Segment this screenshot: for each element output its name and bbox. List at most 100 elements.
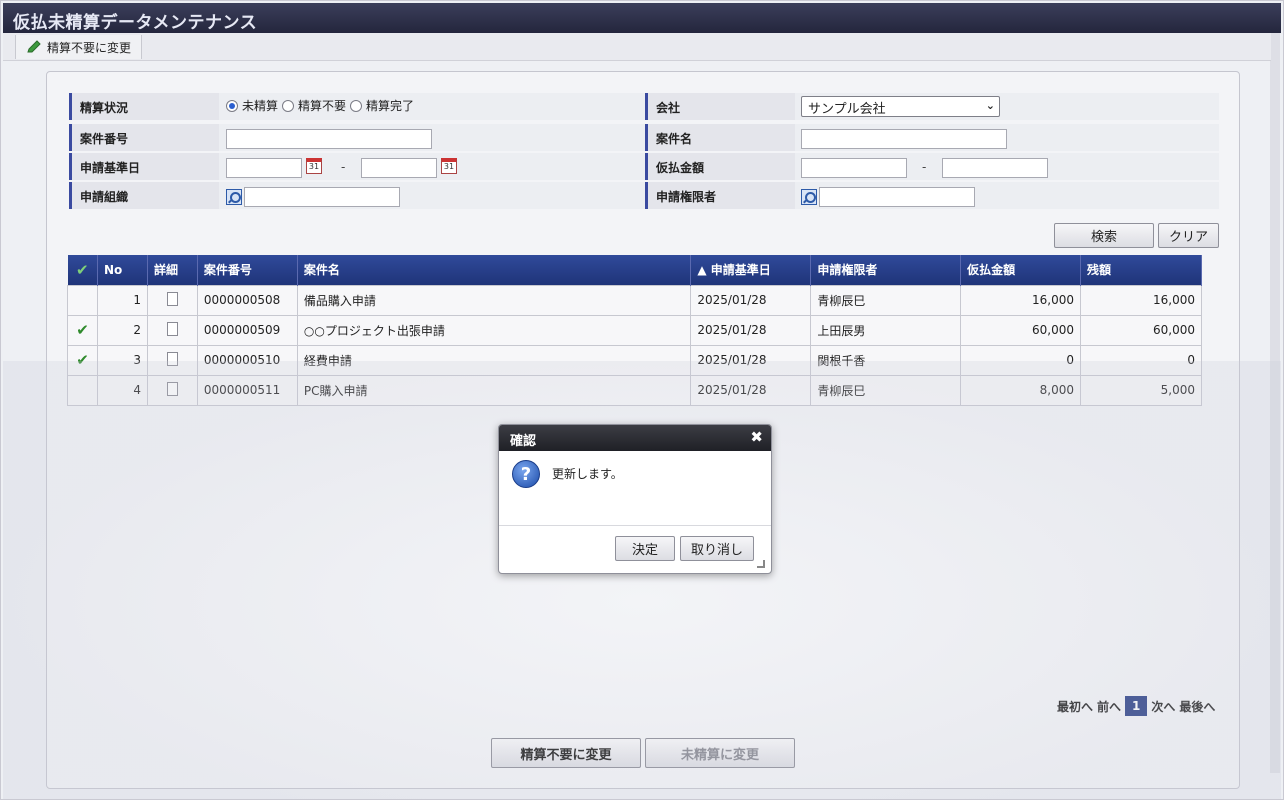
question-icon: ? <box>512 460 540 488</box>
resize-grip[interactable] <box>757 560 765 568</box>
toolbar-change-unneeded-button[interactable]: 精算不要に変更 <box>15 35 143 59</box>
org-input[interactable] <box>244 187 400 207</box>
status-radio-unneeded[interactable] <box>282 99 295 112</box>
clear-button[interactable]: クリア <box>1158 223 1219 248</box>
amount-range-separator: - <box>922 160 927 174</box>
row-case-no: 0000000508 <box>196 284 298 316</box>
apply-date-to-input[interactable] <box>361 158 437 178</box>
dialog-titlebar[interactable]: 確認 ✖ <box>499 425 771 451</box>
table-row[interactable]: ✔ 2 0000000509 ○○プロジェクト出張申請 2025/01/28 上… <box>67 314 1202 346</box>
row-select-cell[interactable] <box>67 284 98 316</box>
row-authority: 青柳辰巳 <box>810 284 962 316</box>
case-name-field <box>795 124 1219 151</box>
company-label: 会社 <box>645 93 795 120</box>
form-row-date: 申請基準日 31 - 31 仮払金額 - <box>69 153 1219 180</box>
apply-date-label: 申請基準日 <box>69 153 219 180</box>
row-authority: 青柳辰巳 <box>810 374 962 406</box>
authority-input[interactable] <box>819 187 975 207</box>
search-icon[interactable] <box>226 189 242 205</box>
row-case-name: 備品購入申請 <box>296 284 692 316</box>
page-title: 仮払未精算データメンテナンス <box>3 3 1281 33</box>
status-option-completed: 精算完了 <box>366 99 415 113</box>
row-no: 3 <box>96 344 148 376</box>
status-label: 精算状況 <box>69 93 219 120</box>
dialog-divider <box>499 525 771 526</box>
form-row-case: 案件番号 案件名 <box>69 124 1219 151</box>
row-detail-cell[interactable] <box>146 314 198 346</box>
pager-current-page[interactable]: 1 <box>1125 696 1148 716</box>
row-amount: 60,000 <box>960 314 1082 346</box>
status-option-unsettled: 未精算 <box>242 99 279 113</box>
close-icon[interactable]: ✖ <box>750 428 763 446</box>
case-no-field <box>219 124 645 151</box>
pager-prev[interactable]: 前へ <box>1097 698 1121 715</box>
col-case-no[interactable]: 案件番号 <box>197 255 298 285</box>
search-icon[interactable] <box>801 189 817 205</box>
amount-label: 仮払金額 <box>645 153 795 180</box>
pager-last[interactable]: 最後へ <box>1179 698 1215 715</box>
company-select[interactable]: サンプル会社 ⌄ <box>801 96 1000 117</box>
row-select-cell[interactable]: ✔ <box>67 344 98 376</box>
row-authority: 上田辰男 <box>810 314 962 346</box>
row-date: 2025/01/28 <box>690 284 812 316</box>
change-unsettled-button[interactable]: 未精算に変更 <box>645 738 795 768</box>
document-icon[interactable] <box>166 381 178 396</box>
table-row[interactable]: ✔ 3 0000000510 経費申請 2025/01/28 関根千香 0 0 <box>67 344 1202 376</box>
pager-next[interactable]: 次へ <box>1151 698 1175 715</box>
col-no[interactable]: No <box>97 255 148 285</box>
row-balance: 16,000 <box>1080 284 1202 316</box>
table-row[interactable]: 1 0000000508 備品購入申請 2025/01/28 青柳辰巳 16,0… <box>67 284 1202 316</box>
row-select-cell[interactable]: ✔ <box>67 314 98 346</box>
col-apply-date[interactable]: ▲ 申請基準日 <box>690 255 812 285</box>
org-field <box>219 182 645 209</box>
window-scrollbar[interactable] <box>1270 33 1280 773</box>
change-unneeded-button[interactable]: 精算不要に変更 <box>491 738 641 768</box>
amount-from-input[interactable] <box>801 158 907 178</box>
pager: 最初へ 前へ 1 次へ 最後へ <box>1057 696 1215 716</box>
row-no: 1 <box>96 284 148 316</box>
status-radio-unsettled[interactable] <box>226 99 238 112</box>
case-no-input[interactable] <box>226 129 432 149</box>
row-balance: 5,000 <box>1080 374 1202 406</box>
toolbar: 精算不要に変更 <box>3 33 1271 61</box>
chevron-down-icon: ⌄ <box>985 99 995 112</box>
case-name-input[interactable] <box>801 129 1007 149</box>
results-table: ✔ No 詳細 案件番号 案件名 ▲ 申請基準日 申請権限者 仮払金額 残額 1… <box>67 255 1202 406</box>
date-range-separator: - <box>341 160 346 174</box>
dialog-title: 確認 <box>510 434 537 449</box>
status-radio-completed[interactable] <box>350 99 363 112</box>
company-field: サンプル会社 ⌄ <box>795 93 1219 120</box>
col-detail[interactable]: 詳細 <box>147 255 198 285</box>
dialog-cancel-button[interactable]: 取り消し <box>680 536 754 561</box>
search-button[interactable]: 検索 <box>1054 223 1154 248</box>
calendar-icon[interactable]: 31 <box>441 158 457 174</box>
apply-date-from-input[interactable] <box>226 158 302 178</box>
col-authority[interactable]: 申請権限者 <box>810 255 962 285</box>
row-case-name: PC購入申請 <box>296 374 692 406</box>
col-case-name[interactable]: 案件名 <box>297 255 692 285</box>
col-amount[interactable]: 仮払金額 <box>960 255 1082 285</box>
table-row[interactable]: 4 0000000511 PC購入申請 2025/01/28 青柳辰巳 8,00… <box>67 374 1202 406</box>
row-case-no: 0000000510 <box>196 344 298 376</box>
row-no: 4 <box>96 374 148 406</box>
row-detail-cell[interactable] <box>146 344 198 376</box>
calendar-icon[interactable]: 31 <box>306 158 322 174</box>
row-amount: 16,000 <box>960 284 1082 316</box>
case-name-label: 案件名 <box>645 124 795 151</box>
select-all-header[interactable]: ✔ <box>67 255 98 285</box>
authority-field <box>795 182 1219 209</box>
amount-to-input[interactable] <box>942 158 1048 178</box>
row-detail-cell[interactable] <box>146 284 198 316</box>
document-icon[interactable] <box>166 351 178 366</box>
row-detail-cell[interactable] <box>146 374 198 406</box>
form-row-org: 申請組織 申請権限者 <box>69 182 1219 209</box>
form-row-status: 精算状況 未精算 精算不要 精算完了 会社 サンプル会社 ⌄ <box>69 93 1219 120</box>
pager-first[interactable]: 最初へ <box>1057 698 1093 715</box>
dialog-ok-button[interactable]: 決定 <box>615 536 675 561</box>
row-select-cell[interactable] <box>67 374 98 406</box>
document-icon[interactable] <box>166 321 178 336</box>
check-icon: ✔ <box>75 260 89 279</box>
amount-field: - <box>795 153 1219 180</box>
col-balance[interactable]: 残額 <box>1080 255 1202 285</box>
document-icon[interactable] <box>166 291 178 306</box>
